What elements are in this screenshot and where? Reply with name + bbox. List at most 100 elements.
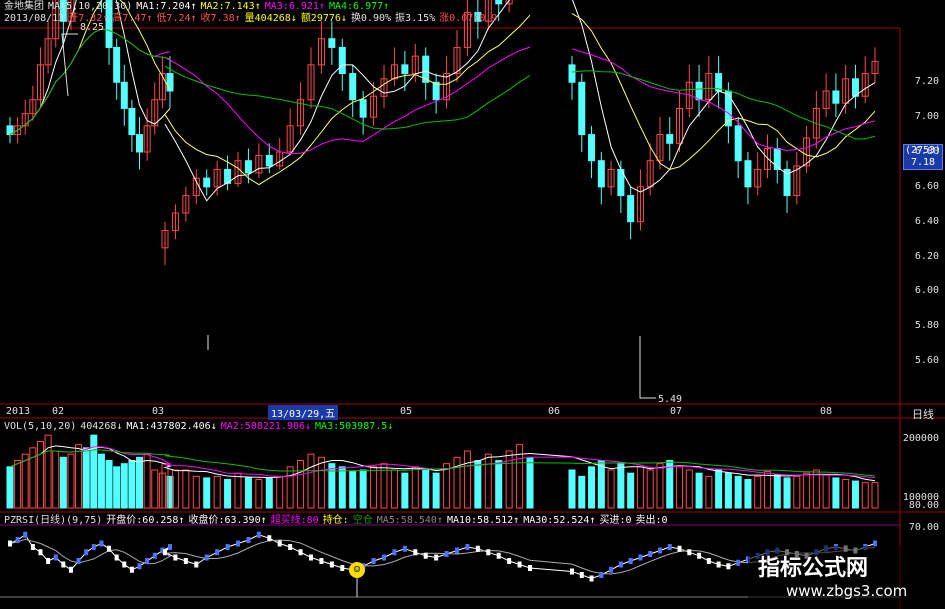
date-tick-label: 02 <box>52 406 65 417</box>
indicator-mark <box>309 554 313 561</box>
volume-bar <box>422 469 430 509</box>
indicator-mark <box>570 568 574 575</box>
smiley-icon: ☺ <box>349 562 365 578</box>
indicator-mark <box>444 551 449 557</box>
indicator-mark <box>114 554 119 561</box>
volume-bar <box>52 450 60 509</box>
price-header-line2: 2013/08/13 开7.32↑ 高7.47↑ 低7.24↑ 收7.38↑ 量40426… <box>4 12 501 25</box>
volume-bar <box>685 469 693 509</box>
volume-bar <box>453 456 461 509</box>
watermark-url: www.zbgs3.com <box>786 582 908 600</box>
volume-bar <box>744 479 752 509</box>
price-tick-label: 7.00 <box>914 111 939 123</box>
candle-body <box>120 81 128 109</box>
volume-bar <box>636 466 644 509</box>
price-header-item: MA2:7.143↑ <box>200 1 261 12</box>
volume-bar <box>307 453 315 509</box>
volume-bar <box>105 460 113 509</box>
volume-bar <box>715 469 723 509</box>
volume-bar <box>192 475 200 509</box>
volume-bar <box>607 469 615 509</box>
volume-bar <box>495 460 503 509</box>
volume-bar <box>6 466 14 509</box>
indicator-mark <box>579 572 584 578</box>
indicator-mark <box>236 540 240 547</box>
indicator-header-item: 超买线:80 <box>270 515 319 526</box>
price-header-item: MA1:7.204↑ <box>136 1 197 12</box>
indicator-mark <box>84 549 89 556</box>
indicator-mark <box>423 552 428 559</box>
volume-bar <box>474 460 482 509</box>
candle-body <box>328 38 336 48</box>
volume-bar <box>803 472 811 509</box>
price-header-item: 高7.47↑ <box>112 13 153 24</box>
indicator-mark <box>204 554 209 561</box>
volume-bar <box>578 475 586 509</box>
indicator-mark <box>413 549 418 556</box>
volume-bar <box>317 456 325 509</box>
low-price-mark: 5.49 <box>658 394 683 405</box>
indicator-mark <box>152 552 157 559</box>
volume-bar <box>724 472 732 509</box>
volume-bar <box>871 482 879 509</box>
volume-bar <box>67 453 75 509</box>
price-tick-label: 6.20 <box>914 250 939 262</box>
moving-average-line <box>164 65 531 130</box>
candle-body <box>136 134 144 153</box>
volume-header-item: MA1:437802.406↓ <box>126 421 217 432</box>
indicator-mark <box>38 549 43 556</box>
volume-bar <box>484 453 492 509</box>
candle-body <box>597 160 605 188</box>
indicator-tick-label: 70.00 <box>908 522 939 533</box>
indicator-mark <box>267 535 272 542</box>
volume-header-item: 404268↓ <box>80 421 123 432</box>
candle-body <box>265 154 273 167</box>
volume-bar <box>349 471 357 509</box>
volume-bar <box>75 444 83 509</box>
date-tick-label: 05 <box>400 406 413 417</box>
indicator-mark <box>455 547 459 554</box>
stock-chart-screen: 金地集团 MA(5,10,20,30) MA1:7.204↑ MA2:7.143↑ MA… <box>0 0 945 609</box>
volume-bar <box>832 477 840 509</box>
volume-bar <box>822 474 830 509</box>
volume-bar <box>443 463 451 509</box>
indicator-mark <box>145 558 150 564</box>
volume-bar <box>401 472 409 509</box>
indicator-mark <box>183 558 188 564</box>
volume-bar <box>526 456 534 509</box>
low-mark-pointer <box>639 336 656 399</box>
indicator-mark <box>8 540 12 547</box>
volume-bar <box>113 466 121 509</box>
indicator-mark <box>107 545 112 552</box>
indicator-mark <box>137 563 142 570</box>
indicator-mark <box>319 558 324 564</box>
indicator-mark <box>638 554 643 561</box>
indicator-mark <box>256 531 261 538</box>
indicator-mark <box>215 549 220 556</box>
indicator-mark <box>609 566 614 573</box>
candle-body <box>113 46 121 83</box>
volume-bar <box>646 469 654 509</box>
volume-bar <box>36 441 44 509</box>
indicator-mark <box>288 544 293 550</box>
moving-average-line <box>164 14 531 186</box>
volume-bar <box>328 463 336 509</box>
indicator-mark <box>716 561 721 568</box>
volume-bar <box>851 480 859 509</box>
volume-bar <box>705 475 713 509</box>
indicator-mark <box>726 563 731 570</box>
candle-body <box>432 81 440 101</box>
candle-body <box>695 81 703 101</box>
volume-bar <box>773 474 781 509</box>
candle-body <box>338 46 346 75</box>
volume-bar <box>182 469 190 509</box>
volume-bar <box>783 477 791 509</box>
indicator-tick-label: 80.00 <box>908 500 939 511</box>
price-header-item: 收7.38↑ <box>200 13 241 24</box>
indicator-mark <box>23 531 28 538</box>
indicator-mark <box>329 561 334 568</box>
candle-body <box>734 125 742 162</box>
period-label[interactable]: 日线 <box>912 406 934 422</box>
volume-bar <box>59 456 67 509</box>
volume-bar <box>90 434 98 509</box>
